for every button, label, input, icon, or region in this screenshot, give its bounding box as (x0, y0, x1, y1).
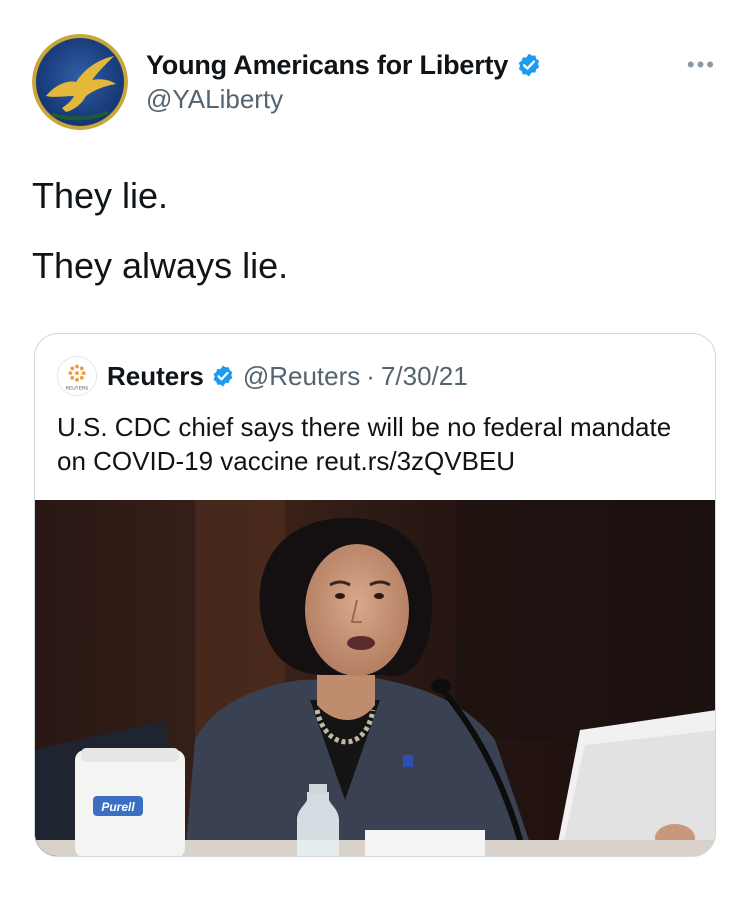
quoted-author-name[interactable]: Reuters (107, 361, 204, 392)
author-avatar[interactable] (32, 34, 128, 130)
quoted-author-handle[interactable]: @Reuters (243, 361, 360, 392)
quoted-tweet-text: U.S. CDC chief says there will be no fed… (57, 412, 672, 476)
author-display-name[interactable]: Young Americans for Liberty (146, 50, 508, 81)
author-handle[interactable]: @YALiberty (146, 84, 542, 115)
tweet-text: They lie. They always lie. (32, 172, 288, 312)
tweet-text-line: They lie. (32, 175, 169, 216)
bottle-label: Purell (101, 800, 135, 814)
eagle-logo-icon (32, 34, 128, 130)
reuters-avatar-text: REUTERS (66, 385, 89, 391)
quoted-tweet-photo[interactable]: Purell (35, 500, 715, 856)
quoted-tweet-date[interactable]: 7/30/21 (381, 361, 468, 392)
verified-badge-icon (518, 53, 540, 77)
verified-badge-icon (213, 365, 233, 387)
reuters-logo-icon: REUTERS (58, 357, 96, 395)
author-info: Young Americans for Liberty @YALiberty (146, 46, 542, 115)
tweet-text-line: They always lie. (32, 245, 289, 286)
separator-dot: · (366, 360, 375, 391)
more-options-icon[interactable]: ••• (687, 52, 716, 78)
author-name-row: Young Americans for Liberty (146, 46, 542, 84)
quoted-tweet-card[interactable]: REUTERS Reuters @Reuters · 7/30/21 U.S. … (34, 333, 716, 857)
tweet: Young Americans for Liberty @YALiberty •… (0, 0, 750, 900)
quoted-tweet-header: REUTERS Reuters @Reuters · 7/30/21 (57, 356, 468, 396)
hearing-photo: Purell (35, 500, 715, 856)
reuters-avatar[interactable]: REUTERS (57, 356, 97, 396)
